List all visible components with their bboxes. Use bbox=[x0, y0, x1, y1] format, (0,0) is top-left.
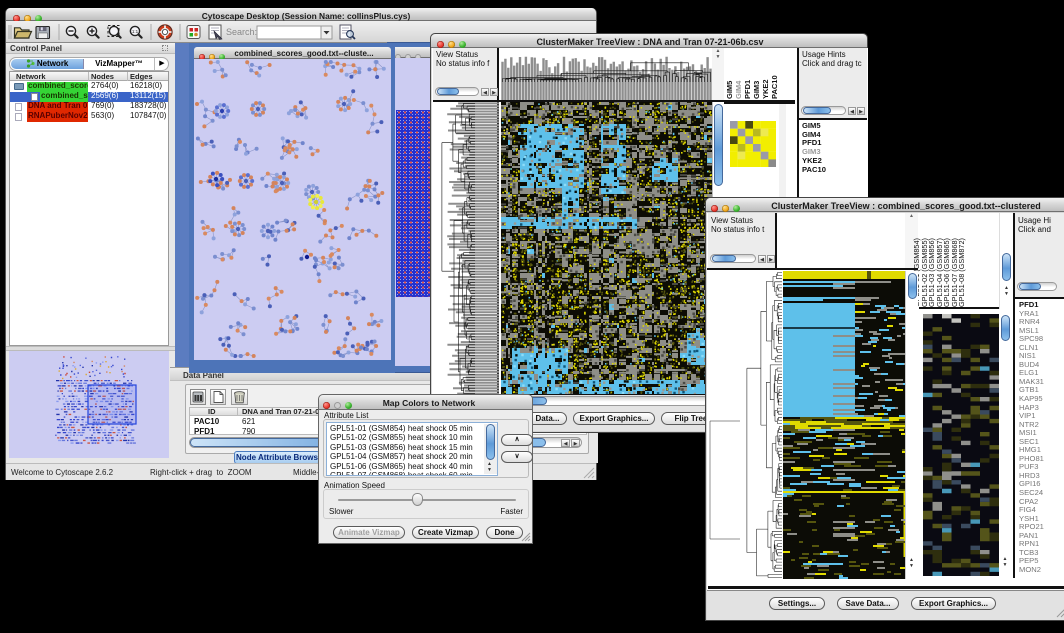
svg-text:Search:: Search: bbox=[226, 27, 257, 37]
svg-text:1:1: 1:1 bbox=[132, 29, 139, 34]
